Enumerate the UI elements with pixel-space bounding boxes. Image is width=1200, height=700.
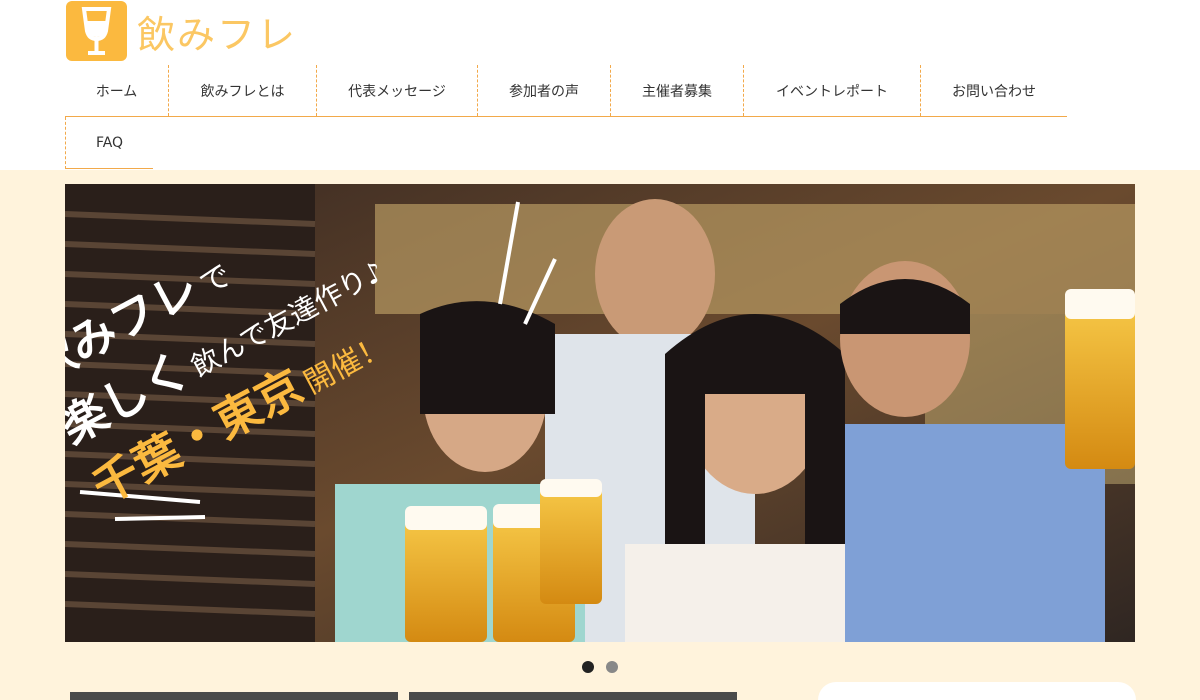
- nav-item-organizer[interactable]: 主催者募集: [611, 65, 744, 116]
- nav-item-home[interactable]: ホーム: [65, 65, 169, 116]
- hero-slider[interactable]: 飲みフレ で 楽しく 飲んで友達作り♪ 千葉・東京 開催！: [65, 184, 1135, 642]
- nav-item-event-report[interactable]: イベントレポート: [744, 65, 921, 116]
- logo-text: 飲みフレ: [137, 12, 298, 57]
- nav-item-voices[interactable]: 参加者の声: [478, 65, 611, 116]
- slider-pagination: [582, 661, 618, 673]
- sidebar-widget: [818, 682, 1136, 700]
- slider-dot-2[interactable]: [606, 661, 618, 673]
- nav-item-about[interactable]: 飲みフレとは: [169, 65, 317, 116]
- nav-item-contact[interactable]: お問い合わせ: [921, 65, 1067, 116]
- hero-line1-suffix: で: [194, 257, 237, 303]
- content-card-2[interactable]: [409, 692, 737, 700]
- content-card-1[interactable]: [70, 692, 398, 700]
- nav-item-message[interactable]: 代表メッセージ: [317, 65, 478, 116]
- slider-dot-1[interactable]: [582, 661, 594, 673]
- beer-glass-icon: [66, 1, 127, 61]
- nav-item-faq[interactable]: FAQ: [65, 117, 153, 169]
- main-nav: ホーム 飲みフレとは 代表メッセージ 参加者の声 主催者募集 イベントレポート …: [65, 65, 1067, 117]
- hero-line3-sub: 開催！: [298, 328, 395, 402]
- site-logo[interactable]: 飲みフレ: [66, 1, 297, 61]
- site-header: 飲みフレ ホーム 飲みフレとは 代表メッセージ 参加者の声 主催者募集 イベント…: [0, 0, 1200, 170]
